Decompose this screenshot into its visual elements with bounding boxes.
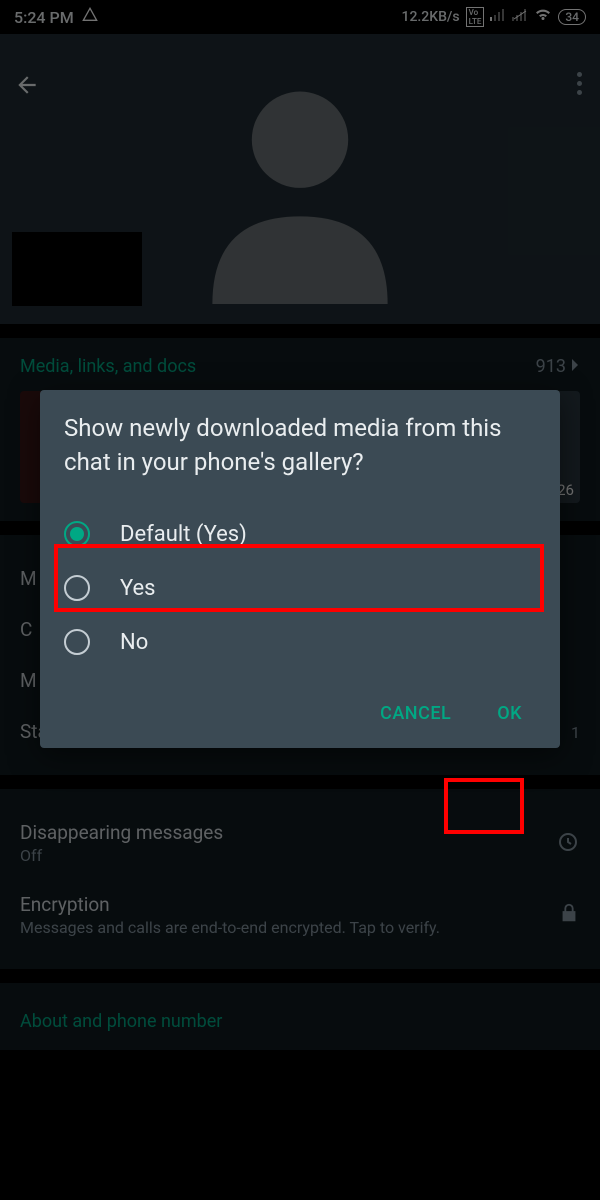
radio-option-default[interactable]: Default (Yes)	[64, 507, 536, 561]
radio-label: No	[120, 630, 148, 655]
radio-label: Default (Yes)	[120, 522, 247, 547]
ok-button[interactable]: OK	[483, 693, 536, 734]
radio-icon	[64, 629, 90, 655]
radio-icon	[64, 575, 90, 601]
cancel-button[interactable]: CANCEL	[366, 693, 465, 734]
radio-label: Yes	[120, 576, 156, 601]
radio-icon	[64, 521, 90, 547]
dialog-title: Show newly downloaded media from this ch…	[64, 412, 536, 479]
media-visibility-dialog: Show newly downloaded media from this ch…	[40, 390, 560, 748]
radio-option-no[interactable]: No	[64, 615, 536, 669]
radio-option-yes[interactable]: Yes	[64, 561, 536, 615]
